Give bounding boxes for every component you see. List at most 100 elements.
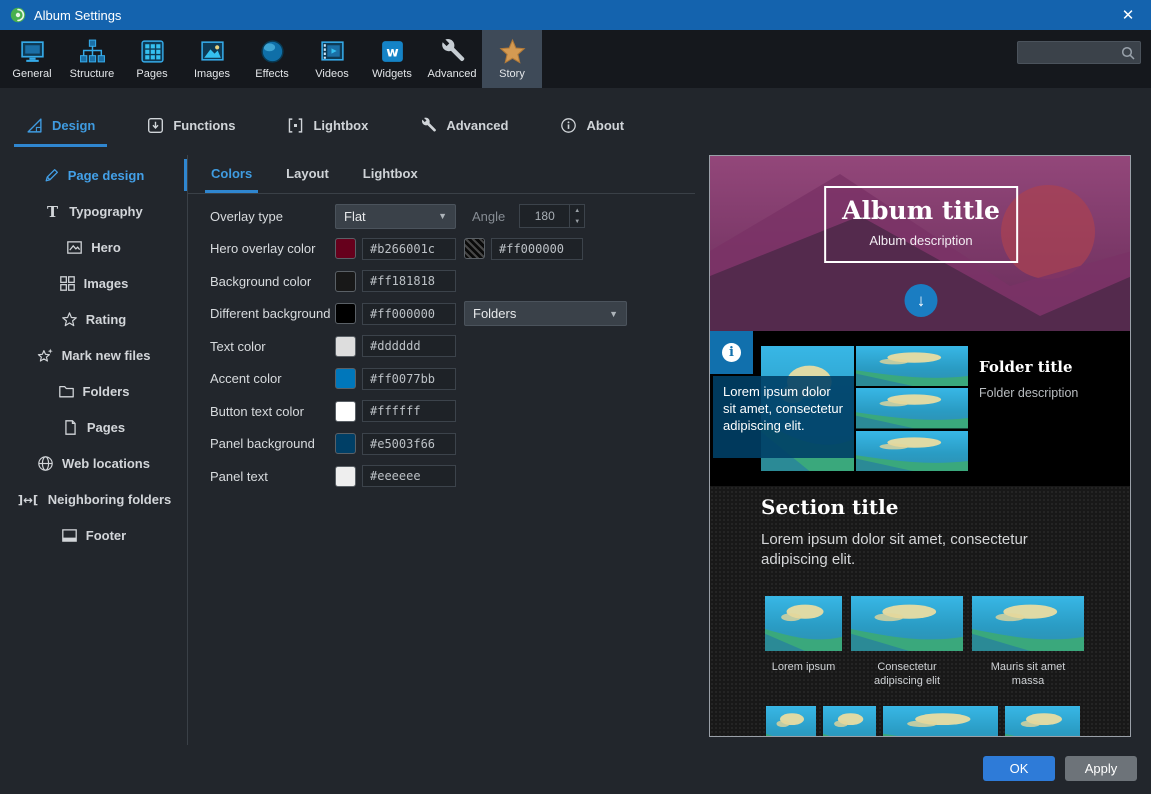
thumbnail-caption: Lorem ipsum [772, 660, 836, 674]
color-swatch[interactable] [335, 466, 356, 487]
thumbnail-image [856, 346, 968, 386]
sidebar-item-pages[interactable]: Pages [0, 409, 187, 445]
ok-button[interactable]: OK [983, 756, 1055, 781]
panel-tab-colors[interactable]: Colors [208, 166, 255, 193]
dialog-buttons: OK Apply [983, 756, 1137, 781]
search-icon [1121, 46, 1135, 60]
chevron-down-icon: ▼ [609, 309, 618, 319]
sidebar-item-neighboring-folders[interactable]: ]↔[ Neighboring folders [0, 481, 187, 517]
widget-icon: w [379, 38, 406, 65]
app-logo-icon [10, 7, 26, 23]
story-preview: Album title Album description ↓ i Lorem … [709, 155, 1131, 737]
sidebar-item-mark-new-files[interactable]: Mark new files [0, 337, 187, 373]
sidebar-item-images[interactable]: Images [0, 265, 187, 301]
hex-input[interactable]: #ff0077bb [362, 368, 456, 390]
grid-icon [139, 38, 166, 65]
thumbnail-image [972, 596, 1084, 651]
thumbnail-row: Lorem ipsum Consectetur adipiscing elit … [765, 596, 1084, 689]
search-input[interactable] [1023, 46, 1121, 60]
tab-about[interactable]: About [556, 117, 628, 134]
wrench-icon [420, 117, 437, 134]
toolbar-item-structure[interactable]: Structure [62, 30, 122, 88]
tab-lightbox[interactable]: Lightbox [283, 117, 372, 134]
toolbar-item-videos[interactable]: Videos [302, 30, 362, 88]
color-swatch[interactable] [464, 238, 485, 259]
hex-input[interactable]: #ff000000 [362, 303, 456, 325]
hex-input[interactable]: #ff000000 [491, 238, 583, 260]
new-star-icon [37, 347, 54, 364]
sidebar-item-page-design[interactable]: Page design [0, 157, 187, 193]
sidebar-item-folders[interactable]: Folders [0, 373, 187, 409]
sphere-icon [259, 38, 286, 65]
panel-tab-layout[interactable]: Layout [283, 166, 332, 193]
sidebar-item-footer[interactable]: Footer [0, 517, 187, 553]
hex-input[interactable]: #ffffff [362, 400, 456, 422]
page-icon [62, 419, 79, 436]
toolbar-item-advanced[interactable]: Advanced [422, 30, 482, 88]
svg-text:T: T [47, 203, 58, 220]
colors-form: Overlay type Flat ▼ Angle 180 ▲ ▼ Hero o… [210, 200, 703, 493]
window-title: Album Settings [34, 8, 121, 23]
toolbar-item-effects[interactable]: Effects [242, 30, 302, 88]
field-label: Panel background [210, 436, 335, 451]
album-title-box: Album title Album description [824, 186, 1018, 263]
globe-icon [37, 455, 54, 472]
titlebar: Album Settings ✕ [0, 0, 1151, 30]
color-swatch[interactable] [335, 368, 356, 389]
color-swatch[interactable] [335, 303, 356, 324]
preview-hero: Album title Album description ↓ [710, 156, 1131, 331]
apply-button[interactable]: Apply [1065, 756, 1137, 781]
functions-icon [147, 117, 164, 134]
spinner-down-icon[interactable]: ▼ [570, 216, 584, 227]
section-text: Lorem ipsum dolor sit amet, consectetur … [761, 530, 1091, 571]
thumbnail: Lorem ipsum [765, 596, 842, 674]
toolbar-item-images[interactable]: Images [182, 30, 242, 88]
tab-design[interactable]: Design [22, 117, 99, 134]
pen-icon [43, 167, 60, 184]
spinner-up-icon[interactable]: ▲ [570, 205, 584, 216]
different-background-row: Different background #ff000000 Folders ▼ [210, 298, 703, 331]
hero-overlay-color-row: Hero overlay color #b266001c #ff000000 [210, 233, 703, 266]
folder-description: Folder description [979, 386, 1078, 400]
panel-text-row: Panel text #eeeeee [210, 460, 703, 493]
search-box[interactable] [1017, 41, 1141, 64]
overlay-type-select[interactable]: Flat ▼ [335, 204, 456, 229]
color-swatch[interactable] [335, 433, 356, 454]
toolbar-item-story[interactable]: Story [482, 30, 542, 88]
svg-text:]↔[: ]↔[ [18, 492, 38, 506]
hex-input[interactable]: #b266001c [362, 238, 456, 260]
section-title: Section title [761, 495, 898, 519]
chevron-down-icon: ▼ [438, 211, 447, 221]
hex-input[interactable]: #e5003f66 [362, 433, 456, 455]
sidebar-item-hero[interactable]: Hero [0, 229, 187, 265]
color-swatch[interactable] [335, 336, 356, 357]
close-icon[interactable]: ✕ [1105, 0, 1151, 30]
tab-functions[interactable]: Functions [143, 117, 239, 134]
toolbar-item-pages[interactable]: Pages [122, 30, 182, 88]
field-label: Panel text [210, 469, 335, 484]
toolbar-item-general[interactable]: General [2, 30, 62, 88]
wrench-icon [439, 38, 466, 65]
angle-value[interactable]: 180 [520, 205, 569, 227]
angle-spinner[interactable]: 180 ▲ ▼ [519, 204, 585, 228]
thumbnail-caption: Mauris sit amet massa [983, 660, 1073, 689]
field-label: Button text color [210, 404, 335, 419]
panel-tab-lightbox[interactable]: Lightbox [360, 166, 421, 193]
different-background-select[interactable]: Folders ▼ [464, 301, 627, 326]
background-color-row: Background color #ff181818 [210, 265, 703, 298]
toolbar-item-widgets[interactable]: w Widgets [362, 30, 422, 88]
footer-icon [61, 527, 78, 544]
color-swatch[interactable] [335, 401, 356, 422]
hex-input[interactable]: #dddddd [362, 335, 456, 357]
neighbors-icon: ]↔[ [16, 491, 40, 508]
sidebar-item-typography[interactable]: T Typography [0, 193, 187, 229]
hex-input[interactable]: #eeeeee [362, 465, 456, 487]
sidebar-item-rating[interactable]: Rating [0, 301, 187, 337]
text-color-row: Text color #dddddd [210, 330, 703, 363]
tab-advanced[interactable]: Advanced [416, 117, 512, 134]
color-swatch[interactable] [335, 238, 356, 259]
color-swatch[interactable] [335, 271, 356, 292]
image-icon [199, 38, 226, 65]
hex-input[interactable]: #ff181818 [362, 270, 456, 292]
sidebar-item-web-locations[interactable]: Web locations [0, 445, 187, 481]
